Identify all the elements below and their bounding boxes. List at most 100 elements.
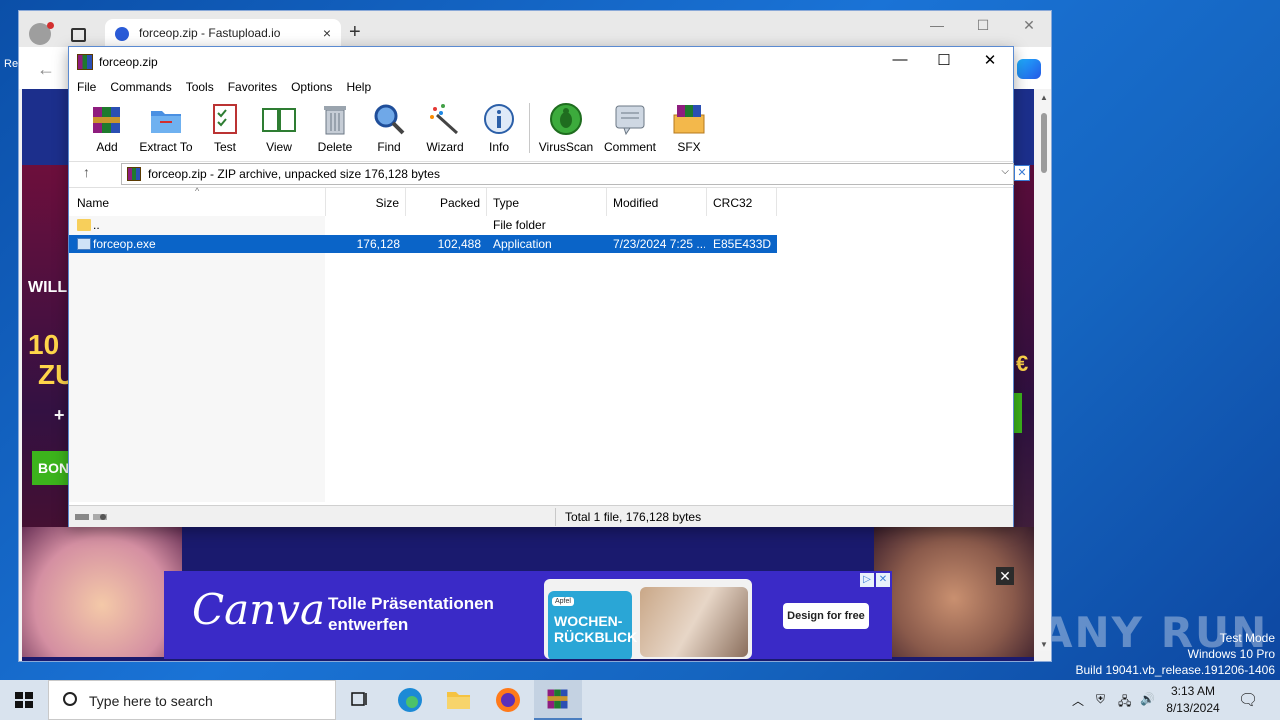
clock-time: 3:13 AM: [1170, 684, 1216, 698]
canva-ad-banner[interactable]: Canva Tolle Präsentationen entwerfen Apf…: [164, 571, 892, 659]
watermark-line3: Build 19041.vb_release.191206-1406: [1075, 663, 1276, 677]
tab-close-button[interactable]: ×: [323, 25, 331, 41]
toolbar-separator: [529, 103, 530, 153]
security-icon[interactable]: ⛨: [1096, 692, 1105, 707]
edge-icon[interactable]: [386, 680, 434, 720]
row-type: Application: [493, 237, 552, 251]
notifications-icon[interactable]: 🗨: [1238, 690, 1258, 710]
row-crc32: E85E433D: [713, 237, 772, 251]
browser-tabbar: forceop.zip - Fastupload.io × + — ☐ ✕: [19, 11, 1051, 47]
toolbar-test-button[interactable]: Test: [195, 99, 255, 154]
tab-title: forceop.zip - Fastupload.io: [139, 26, 281, 40]
browser-minimize-button[interactable]: —: [914, 17, 960, 33]
column-packed-label: Packed: [439, 196, 480, 210]
table-row[interactable]: forceop.exe 176,128 102,488 Application …: [69, 235, 777, 253]
copilot-icon[interactable]: [1017, 59, 1041, 79]
scroll-down-icon[interactable]: ▼: [1040, 640, 1048, 649]
file-explorer-icon[interactable]: [434, 680, 482, 720]
sfx-icon: [673, 105, 705, 134]
toolbar-find-button[interactable]: Find: [359, 99, 419, 154]
row-modified: 7/23/2024 7:25 ...: [613, 237, 705, 251]
promo-text-2: 10: [28, 329, 60, 360]
taskbar-clock[interactable]: 3:13 AM 8/13/2024: [1160, 683, 1226, 717]
toolbar-extract-button[interactable]: Extract To: [135, 99, 197, 154]
promo-text-4: +: [54, 405, 65, 425]
scroll-up-icon[interactable]: ▲: [1040, 93, 1048, 102]
page-scrollbar[interactable]: ▲ ▼: [1037, 91, 1051, 651]
chevron-up-icon[interactable]: ︿: [1072, 692, 1084, 709]
firefox-icon[interactable]: [484, 680, 532, 720]
chevron-down-icon[interactable]: ⌵: [1001, 166, 1009, 177]
toolbar-virusscan-label: VirusScan: [538, 140, 594, 154]
toolbar-add-button[interactable]: Add: [77, 99, 137, 154]
column-header-modified[interactable]: Modified: [607, 188, 707, 216]
ad-headline: Tolle Präsentationen entwerfen: [328, 594, 494, 634]
toolbar-info-button[interactable]: Info: [469, 99, 529, 154]
ad-preview-card: Apfel WOCHEN- RÜCKBLICK: [544, 579, 752, 659]
column-header-packed[interactable]: Packed: [406, 188, 487, 216]
menu-favorites[interactable]: Favorites: [220, 77, 283, 94]
column-header-size[interactable]: Size: [326, 188, 406, 216]
winrar-titlebar[interactable]: forceop.zip — ☐ ✕: [69, 47, 1013, 77]
promo-image-right: [874, 527, 1034, 657]
table-row[interactable]: .. File folder: [69, 216, 777, 234]
toolbar-wizard-button[interactable]: Wizard: [415, 99, 475, 154]
toolbar-sfx-button[interactable]: SFX: [659, 99, 719, 154]
archive-icon: [127, 167, 141, 181]
address-close-icon[interactable]: ✕: [1014, 165, 1030, 181]
row-name: forceop.exe: [93, 237, 156, 251]
network-icon[interactable]: 🖧: [1118, 692, 1131, 713]
column-header-name[interactable]: ^ Name: [69, 186, 326, 216]
ad-info-icon[interactable]: ▷: [860, 573, 874, 587]
search-icon: [63, 692, 77, 706]
file-list[interactable]: ^ Name Size Packed Type Modified CRC32 .…: [69, 186, 1013, 502]
scroll-thumb[interactable]: [1041, 113, 1047, 173]
address-field[interactable]: forceop.zip - ZIP archive, unpacked size…: [121, 163, 1014, 185]
ad-close-button[interactable]: ✕: [996, 567, 1014, 585]
application-icon: [77, 238, 91, 250]
test-icon: [213, 104, 237, 134]
volume-icon[interactable]: 🔊: [1140, 692, 1155, 706]
ad-card-tag: Apfel: [552, 597, 574, 606]
menu-options[interactable]: Options: [283, 77, 338, 94]
back-arrow-icon[interactable]: ←: [37, 59, 55, 80]
design-for-free-button[interactable]: Design for free: [783, 603, 869, 629]
toolbar-info-label: Info: [488, 140, 509, 154]
winrar-close-button[interactable]: ✕: [967, 51, 1013, 73]
wizard-icon: [430, 104, 459, 135]
windows-start-icon[interactable]: [0, 680, 48, 720]
os-watermark: Test Mode Windows 10 Pro Build 19041.vb_…: [1076, 630, 1276, 678]
desktop-edge-text: Re: [4, 58, 19, 70]
menu-help[interactable]: Help: [338, 77, 377, 94]
row-type: File folder: [493, 218, 546, 232]
menu-tools[interactable]: Tools: [178, 77, 220, 94]
canva-logo: Canva: [192, 585, 325, 634]
winrar-window: forceop.zip — ☐ ✕ File Commands Tools Favor…: [68, 46, 1030, 527]
toolbar-delete-button[interactable]: Delete: [305, 99, 365, 154]
toolbar-view-button[interactable]: View: [249, 99, 309, 154]
winrar-address-bar: ↑ forceop.zip - ZIP archive, unpacked si…: [69, 161, 1014, 185]
toolbar-comment-button[interactable]: Comment: [599, 99, 661, 154]
toolbar-virusscan-button[interactable]: VirusScan: [535, 99, 597, 154]
drive-status-icon[interactable]: [75, 511, 109, 523]
column-name-label: Name: [77, 196, 110, 210]
left-promo-panel[interactable]: WILL 10 ZU +: [22, 165, 75, 575]
task-view-icon[interactable]: [336, 680, 384, 720]
taskbar-search-box[interactable]: Type here to search: [48, 680, 336, 720]
column-header-crc32[interactable]: CRC32: [707, 188, 777, 216]
browser-close-button[interactable]: ✕: [1006, 17, 1052, 34]
winrar-minimize-button[interactable]: —: [877, 51, 923, 73]
promo-text-1: WILL: [28, 279, 68, 296]
tab-actions-icon[interactable]: [71, 28, 86, 42]
menu-commands[interactable]: Commands: [102, 77, 177, 94]
new-tab-button[interactable]: +: [349, 21, 361, 44]
column-header-type[interactable]: Type: [487, 188, 607, 216]
browser-tab[interactable]: forceop.zip - Fastupload.io ×: [105, 19, 341, 47]
menu-file[interactable]: File: [69, 77, 102, 94]
winrar-maximize-button[interactable]: ☐: [921, 51, 967, 73]
virusscan-icon: [550, 103, 582, 135]
winrar-taskbar-icon[interactable]: [534, 680, 582, 720]
up-arrow-icon[interactable]: ↑: [83, 164, 90, 180]
ad-dismiss-icon[interactable]: ✕: [876, 573, 890, 587]
browser-maximize-button[interactable]: ☐: [960, 17, 1006, 34]
